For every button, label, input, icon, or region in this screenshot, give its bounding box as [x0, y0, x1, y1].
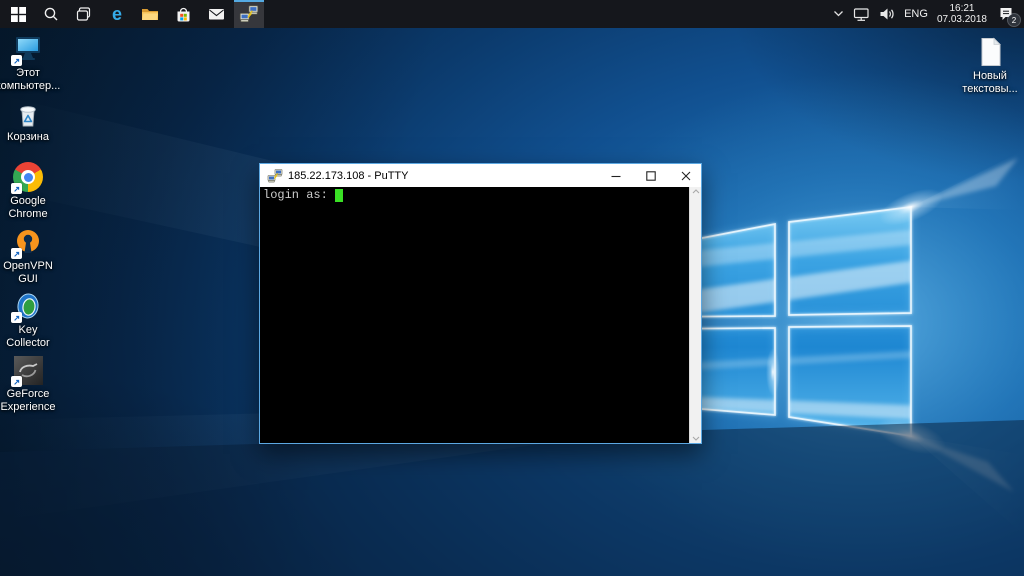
- putty-window-icon: [267, 168, 283, 184]
- terminal-prompt: login as:: [263, 188, 328, 202]
- desktop-icon-label: GeForce Experience: [0, 388, 55, 414]
- shortcut-arrow-icon: [11, 183, 22, 194]
- minimize-icon: [610, 170, 622, 182]
- search-icon: [43, 6, 59, 22]
- desktop-icon-label: Новый текстовы...: [962, 70, 1017, 96]
- network-tray-button[interactable]: [853, 7, 870, 22]
- shortcut-arrow-icon: [11, 55, 22, 66]
- shortcut-arrow-icon: [11, 376, 22, 387]
- desktop-screen: e: [0, 0, 1024, 576]
- maximize-icon: [645, 170, 657, 182]
- clock-date: 07.03.2018: [937, 14, 987, 25]
- desktop-icon-label: Корзина: [7, 131, 49, 144]
- desktop-icon-google-chrome[interactable]: Google Chrome: [0, 161, 58, 221]
- desktop-icon-key-collector[interactable]: Key Collector: [0, 290, 58, 350]
- system-tray: ENG 16:21 07.03.2018 2: [833, 3, 1024, 25]
- desktop-icon-label: Key Collector: [0, 324, 58, 350]
- taskbar-app-icons: e: [0, 0, 264, 28]
- file-explorer-icon: [141, 6, 159, 22]
- minimize-button[interactable]: [601, 164, 631, 187]
- clock[interactable]: 16:21 07.03.2018: [937, 3, 987, 25]
- taskbar-putty-button[interactable]: [234, 0, 264, 28]
- task-view-icon: [76, 6, 92, 22]
- terminal-cursor: [335, 189, 343, 202]
- desktop-icon-geforce-experience[interactable]: GeForce Experience: [0, 354, 58, 414]
- maximize-button[interactable]: [636, 164, 666, 187]
- windows-start-icon: [11, 7, 26, 22]
- recycle-bin-icon: [12, 97, 44, 129]
- close-icon: [680, 170, 692, 182]
- desktop-icon-label: Этот компьютер...: [0, 67, 60, 93]
- edge-icon: e: [112, 5, 122, 23]
- desktop-icon-this-pc[interactable]: Этот компьютер...: [0, 33, 58, 93]
- taskbar: e: [0, 0, 1024, 28]
- text-document-icon: [977, 37, 1003, 67]
- close-button[interactable]: [671, 164, 701, 187]
- desktop-icon-new-text-document[interactable]: Новый текстовы...: [960, 36, 1020, 96]
- desktop-icon-label: OpenVPN GUI: [3, 260, 53, 286]
- desktop-icon-openvpn-gui[interactable]: OpenVPN GUI: [0, 226, 58, 286]
- mail-button[interactable]: [201, 0, 231, 28]
- notification-badge: 2: [1008, 14, 1020, 26]
- putty-window-body: login as:: [260, 187, 701, 443]
- task-view-button[interactable]: [69, 0, 99, 28]
- putty-icon: [239, 4, 259, 24]
- desktop-icon-label: Google Chrome: [8, 195, 47, 221]
- search-button[interactable]: [36, 0, 66, 28]
- show-hidden-icons-button[interactable]: [833, 10, 844, 18]
- putty-title-bar[interactable]: 185.22.173.108 - PuTTY: [260, 164, 701, 187]
- shortcut-arrow-icon: [11, 312, 22, 323]
- window-title: 185.22.173.108 - PuTTY: [288, 170, 596, 182]
- putty-window: 185.22.173.108 - PuTTY login as:: [259, 163, 702, 444]
- mail-icon: [208, 7, 225, 21]
- terminal-scrollbar[interactable]: [689, 187, 701, 443]
- store-icon: [175, 6, 192, 23]
- desktop-icon-recycle-bin[interactable]: Корзина: [0, 97, 58, 144]
- start-button[interactable]: [3, 0, 33, 28]
- speaker-icon: [879, 7, 895, 21]
- volume-tray-button[interactable]: [879, 7, 895, 21]
- edge-button[interactable]: e: [102, 0, 132, 28]
- chevron-down-icon: [833, 10, 844, 18]
- scroll-down-icon: [692, 436, 700, 441]
- action-center-button[interactable]: 2: [996, 4, 1016, 24]
- file-explorer-button[interactable]: [135, 0, 165, 28]
- terminal[interactable]: login as:: [260, 187, 689, 443]
- language-indicator[interactable]: ENG: [904, 8, 928, 20]
- shortcut-arrow-icon: [11, 248, 22, 259]
- store-button[interactable]: [168, 0, 198, 28]
- scroll-up-icon: [692, 189, 700, 194]
- network-icon: [853, 7, 870, 22]
- clock-time: 16:21: [937, 3, 987, 14]
